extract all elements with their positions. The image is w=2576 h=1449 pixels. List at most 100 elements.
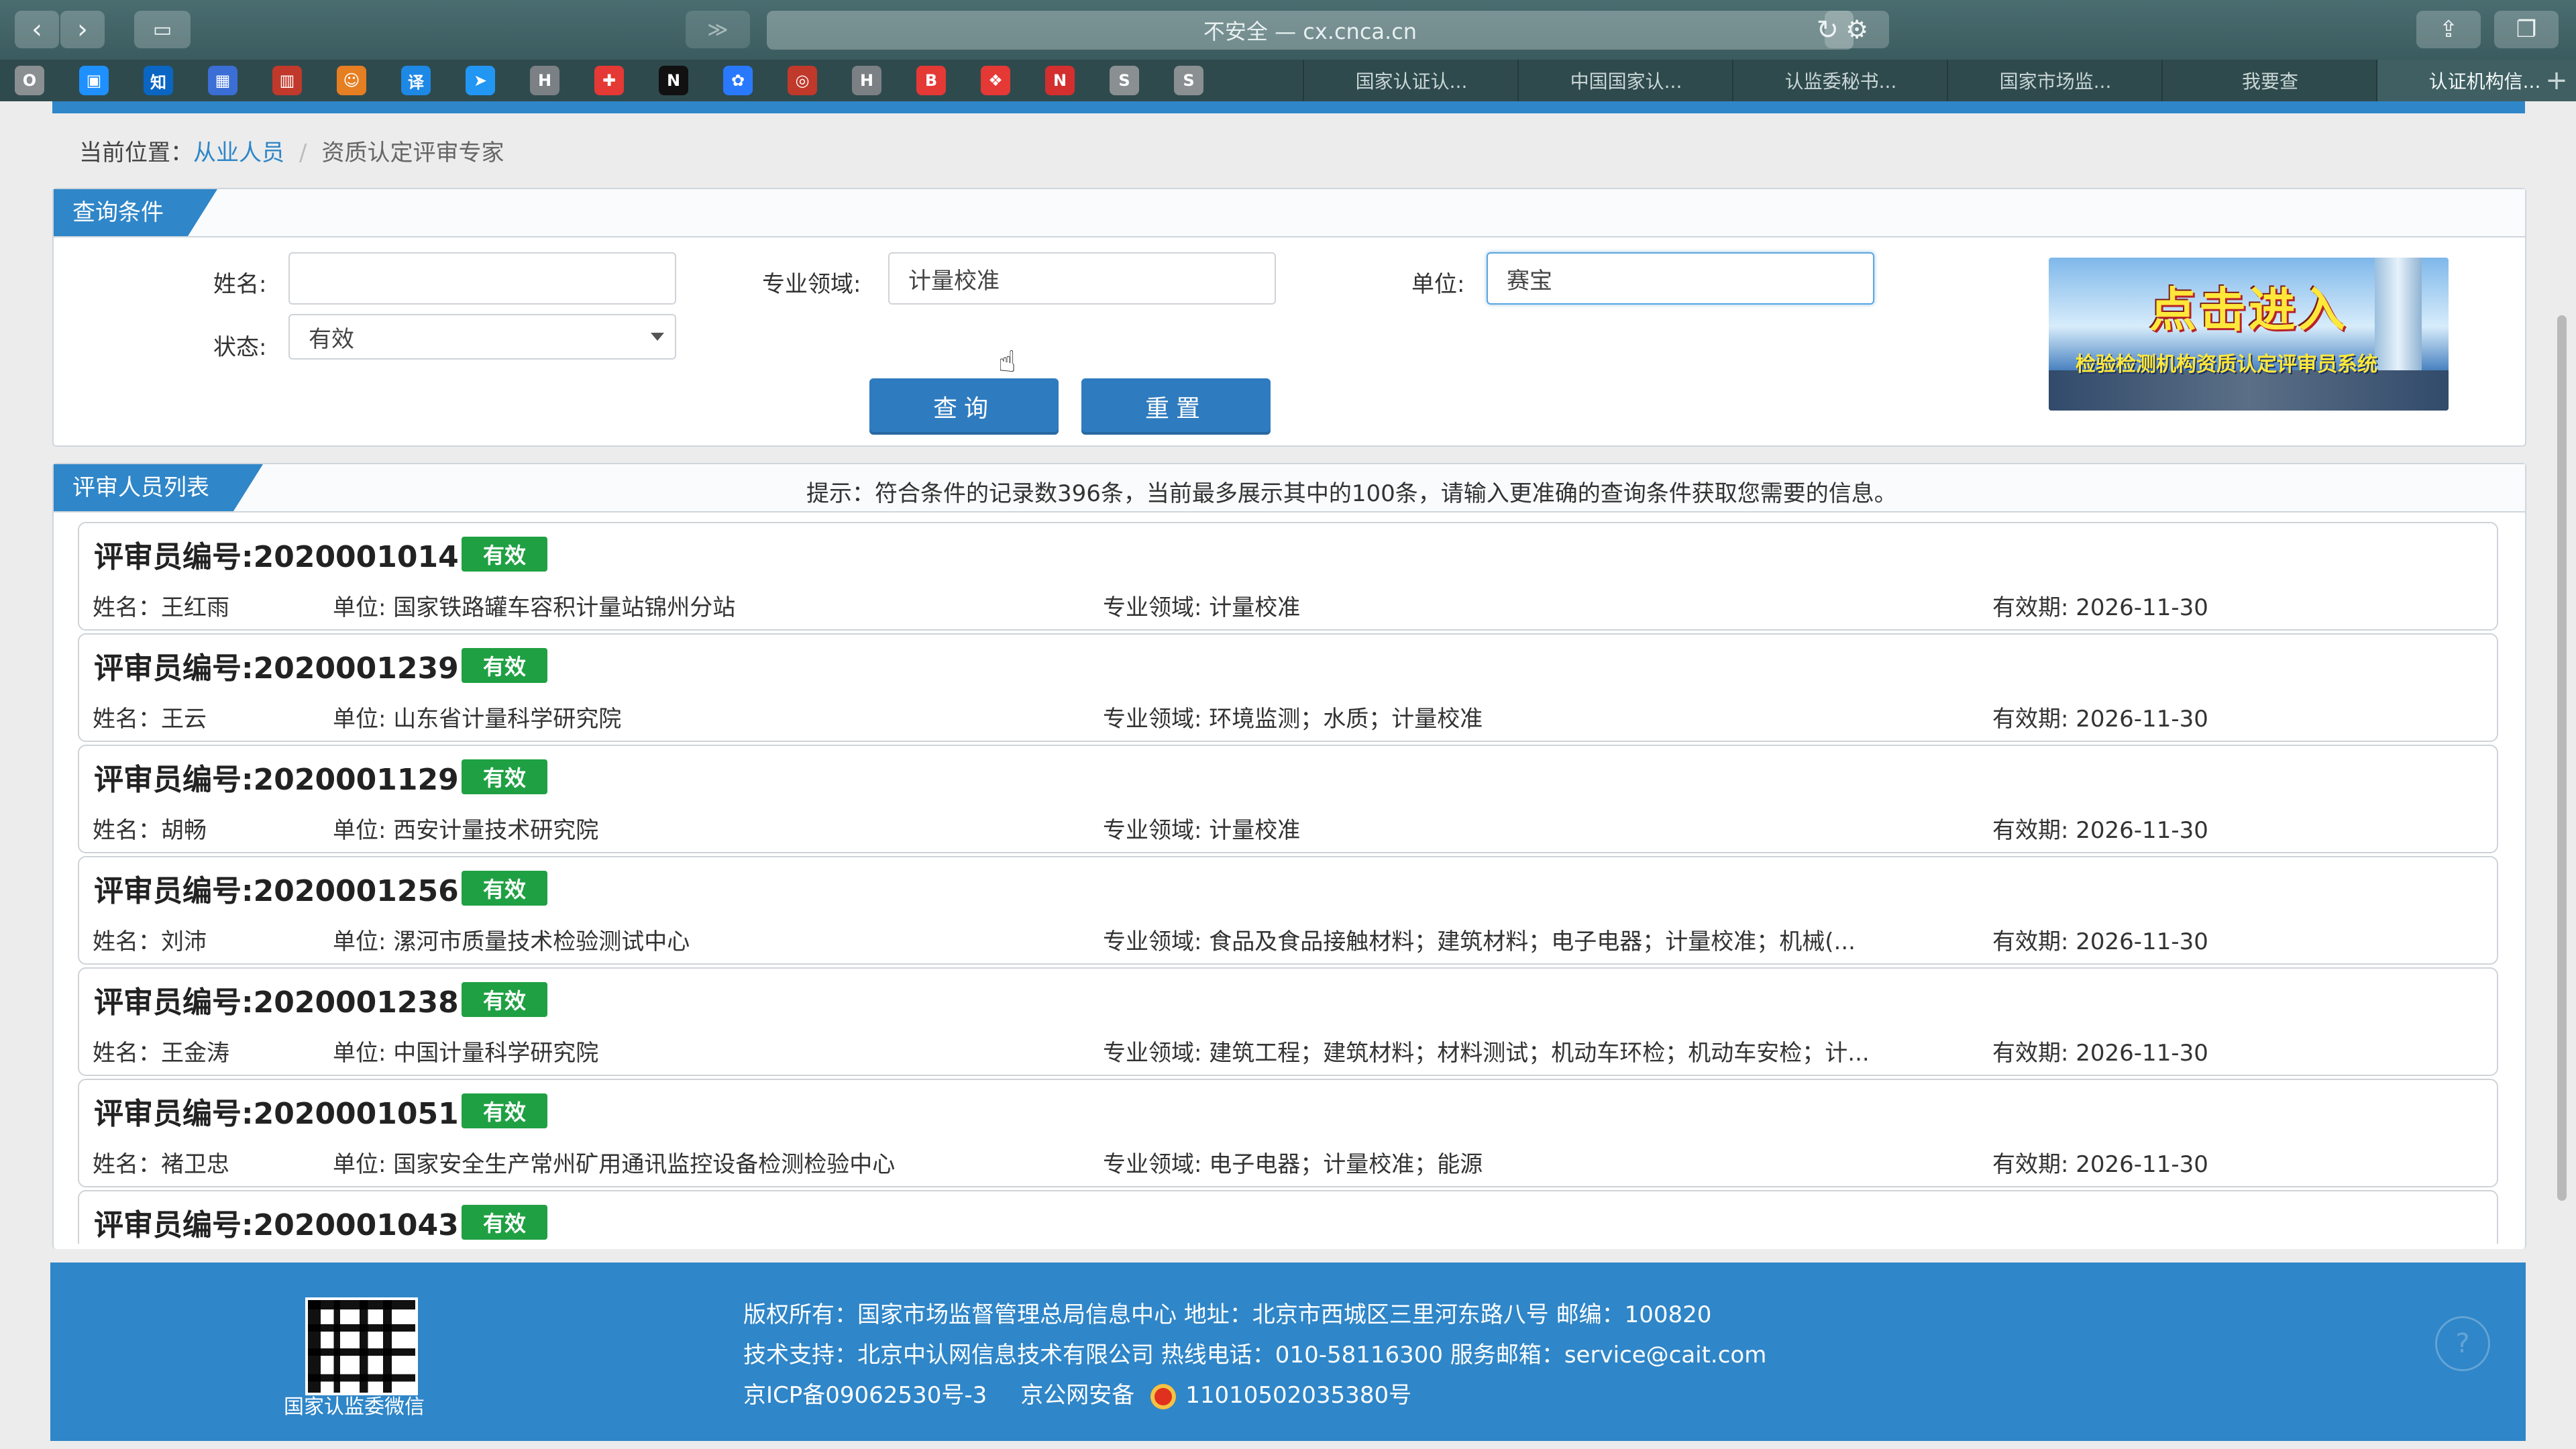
reviewer-id: 评审员编号:2020001043 bbox=[94, 1208, 459, 1242]
chevron-right-icon: › bbox=[77, 14, 88, 45]
new-tab-button[interactable]: + bbox=[2537, 60, 2576, 101]
reviewer-unit: 单位: 漯河市质量技术检验测试中心 bbox=[333, 928, 690, 955]
tabs-overview-button[interactable]: ❐ bbox=[2494, 11, 2559, 48]
back-button[interactable]: ‹ bbox=[15, 11, 59, 48]
footer-support: 技术支持：北京中认网信息技术有限公司 热线电话：010-58116300 服务邮… bbox=[743, 1342, 1767, 1368]
reviewer-id: 评审员编号:2020001129 bbox=[94, 763, 459, 797]
reader-button[interactable]: ≫ bbox=[686, 11, 750, 48]
status-badge: 有效 bbox=[462, 1205, 547, 1240]
bookmark-icon[interactable]: ▣ bbox=[79, 66, 109, 95]
breadcrumb-current: 资质认定评审专家 bbox=[321, 140, 504, 166]
reviewer-name: 姓名：王云 bbox=[93, 706, 207, 733]
bookmark-icon[interactable]: ❖ bbox=[981, 66, 1010, 95]
reviewer-record[interactable]: 评审员编号:2020001043 有效 bbox=[78, 1190, 2498, 1244]
help-icon[interactable]: ? bbox=[2435, 1316, 2490, 1371]
reviewer-expiry: 有效期: 2026-11-30 bbox=[1992, 1040, 2208, 1067]
status-badge: 有效 bbox=[462, 1093, 547, 1128]
name-input[interactable] bbox=[288, 252, 676, 305]
reviewer-unit: 单位: 山东省计量科学研究院 bbox=[333, 706, 622, 733]
reviewer-record[interactable]: 评审员编号:2020001014 有效姓名：王红雨 单位: 国家铁路罐车容积计量站锦… bbox=[78, 522, 2498, 631]
header-strip bbox=[52, 101, 2525, 113]
bookmark-icon[interactable]: ▦ bbox=[208, 66, 237, 95]
bookmark-icon[interactable]: 译 bbox=[401, 66, 431, 95]
bookmark-icon[interactable]: ☺ bbox=[337, 66, 366, 95]
reviewer-record[interactable]: 评审员编号:2020001129 有效 姓名：胡畅 单位: 西安计量技术研究院 专业领域… bbox=[78, 745, 2498, 853]
status-badge: 有效 bbox=[462, 537, 547, 572]
banner-title: 点击进入 bbox=[2149, 282, 2348, 337]
gear-icon: ⚙ bbox=[1845, 15, 1869, 44]
share-button[interactable]: ⇪ bbox=[2416, 11, 2481, 48]
sidebar-icon: ▭ bbox=[152, 17, 172, 42]
reader-icon: ≫ bbox=[707, 17, 729, 42]
sidebar-toggle-button[interactable]: ▭ bbox=[134, 11, 191, 48]
status-badge: 有效 bbox=[462, 648, 547, 683]
breadcrumb: 当前位置：从业人员 / 资质认定评审专家 bbox=[79, 134, 504, 167]
field-label: 专业领域: bbox=[762, 271, 861, 298]
reviewer-record[interactable]: 评审员编号:2020001238 有效 姓名：王金涛 单位: 中国计量科学研究院 专业领… bbox=[78, 967, 2498, 1076]
bookmark-icon[interactable]: ✚ bbox=[594, 66, 624, 95]
bookmark-icon[interactable]: H bbox=[852, 66, 881, 95]
footer-copyright: 版权所有：国家市场监督管理总局信息中心 地址：北京市西城区三里河东路八号 邮编：… bbox=[743, 1301, 1712, 1328]
reviewer-expiry: 有效期: 2026-11-30 bbox=[1992, 594, 2208, 621]
status-select[interactable]: 有效 bbox=[288, 314, 676, 360]
page-scrollbar[interactable] bbox=[2557, 315, 2567, 1201]
query-panel-header: 查询条件 bbox=[54, 189, 2525, 237]
reviewer-id: 评审员编号:2020001014 bbox=[94, 540, 459, 574]
status-badge: 有效 bbox=[462, 982, 547, 1017]
query-panel-title: 查询条件 bbox=[54, 189, 217, 236]
breadcrumb-prefix: 当前位置： bbox=[79, 140, 193, 166]
reviewer-expiry: 有效期: 2026-11-30 bbox=[1992, 706, 2208, 733]
forward-button[interactable]: › bbox=[60, 11, 105, 48]
reviewer-system-banner[interactable]: 点击进入 检验检测机构资质认定评审员系统 bbox=[2049, 258, 2449, 411]
field-input[interactable]: 计量校准 bbox=[888, 252, 1276, 305]
status-select-value: 有效 bbox=[309, 325, 354, 353]
bookmark-icon[interactable]: 知 bbox=[144, 66, 173, 95]
qr-caption: 国家认监委微信 bbox=[284, 1395, 425, 1419]
reviewer-record[interactable]: 评审员编号:2020001051 有效 姓名：褚卫忠 单位: 国家安全生产常州矿用通讯… bbox=[78, 1079, 2498, 1187]
reviewer-record[interactable]: 评审员编号:2020001256 有效 姓名：刘沛 单位: 漯河市质量技术检验测试中心… bbox=[78, 856, 2498, 965]
status-badge: 有效 bbox=[462, 759, 547, 794]
browser-tab[interactable]: 我要查 bbox=[2161, 60, 2377, 101]
reviewer-field: 专业领域: 建筑工程；建筑材料；材料测试；机动车环检；机动车安检；计... bbox=[1103, 1040, 1870, 1067]
bookmark-icon[interactable]: ◎ bbox=[788, 66, 817, 95]
reviewer-unit: 单位: 西安计量技术研究院 bbox=[333, 817, 599, 844]
browser-tab[interactable]: 中国国家认... bbox=[1517, 60, 1733, 101]
bookmark-icon[interactable]: N bbox=[1045, 66, 1075, 95]
police-badge-icon bbox=[1150, 1383, 1177, 1409]
extension-button[interactable]: ⚙ bbox=[1825, 11, 1889, 48]
unit-input[interactable]: 赛宝 bbox=[1487, 252, 1874, 305]
reviewer-field: 专业领域: 计量校准 bbox=[1103, 594, 1301, 621]
reviewer-record[interactable]: 评审员编号:2020001239 有效 姓名：王云 单位: 山东省计量科学研究院 专业领… bbox=[78, 633, 2498, 742]
bookmark-icon[interactable]: O bbox=[15, 66, 44, 95]
browser-tab[interactable]: 国家认证认... bbox=[1303, 60, 1519, 101]
reviewer-unit: 单位: 国家铁路罐车容积计量站锦州分站 bbox=[333, 594, 736, 621]
bookmark-icon[interactable]: S bbox=[1110, 66, 1139, 95]
browser-tab[interactable]: 国家市场监... bbox=[1947, 60, 2163, 101]
browser-tab[interactable]: 认监委秘书... bbox=[1732, 60, 1948, 101]
icp-link[interactable]: 京ICP备09062530号-3 bbox=[743, 1382, 987, 1409]
breadcrumb-link[interactable]: 从业人员 bbox=[193, 140, 284, 166]
reviewer-unit: 单位: 中国计量科学研究院 bbox=[333, 1040, 599, 1067]
bookmark-icon[interactable]: ▥ bbox=[272, 66, 302, 95]
bookmark-icon[interactable]: ✿ bbox=[723, 66, 753, 95]
reviewer-field: 专业领域: 食品及食品接触材料；建筑材料；电子电器；计量校准；机械(... bbox=[1103, 928, 1856, 955]
bookmark-icon[interactable]: S bbox=[1174, 66, 1203, 95]
reviewer-unit: 单位: 国家安全生产常州矿用通讯监控设备检测检验中心 bbox=[333, 1151, 896, 1178]
reviewer-field: 专业领域: 环境监测；水质；计量校准 bbox=[1103, 706, 1483, 733]
reset-button[interactable]: 重置 bbox=[1081, 378, 1271, 435]
breadcrumb-separator: / bbox=[299, 140, 307, 166]
status-badge: 有效 bbox=[462, 871, 547, 906]
police-record-number[interactable]: 11010502035380号 bbox=[1185, 1382, 1411, 1409]
reviewer-expiry: 有效期: 2026-11-30 bbox=[1992, 1151, 2208, 1178]
reviewer-name: 姓名：王红雨 bbox=[93, 594, 229, 621]
tabs-icon: ❐ bbox=[2516, 16, 2537, 43]
result-hint: 提示：符合条件的记录数396条，当前最多展示其中的100条，请输入更准确的查询条… bbox=[806, 480, 1897, 507]
bookmark-icon[interactable]: H bbox=[530, 66, 559, 95]
bookmark-icon[interactable]: N bbox=[659, 66, 688, 95]
bookmark-icon[interactable]: B bbox=[916, 66, 946, 95]
address-bar[interactable]: 不安全 — cx.cnca.cn ↻ bbox=[767, 11, 1854, 50]
name-label: 姓名: bbox=[213, 271, 267, 298]
bookmark-icon[interactable]: ➤ bbox=[466, 66, 495, 95]
search-button[interactable]: 查询 bbox=[869, 378, 1059, 435]
reviewer-id: 评审员编号:2020001238 bbox=[94, 985, 459, 1020]
